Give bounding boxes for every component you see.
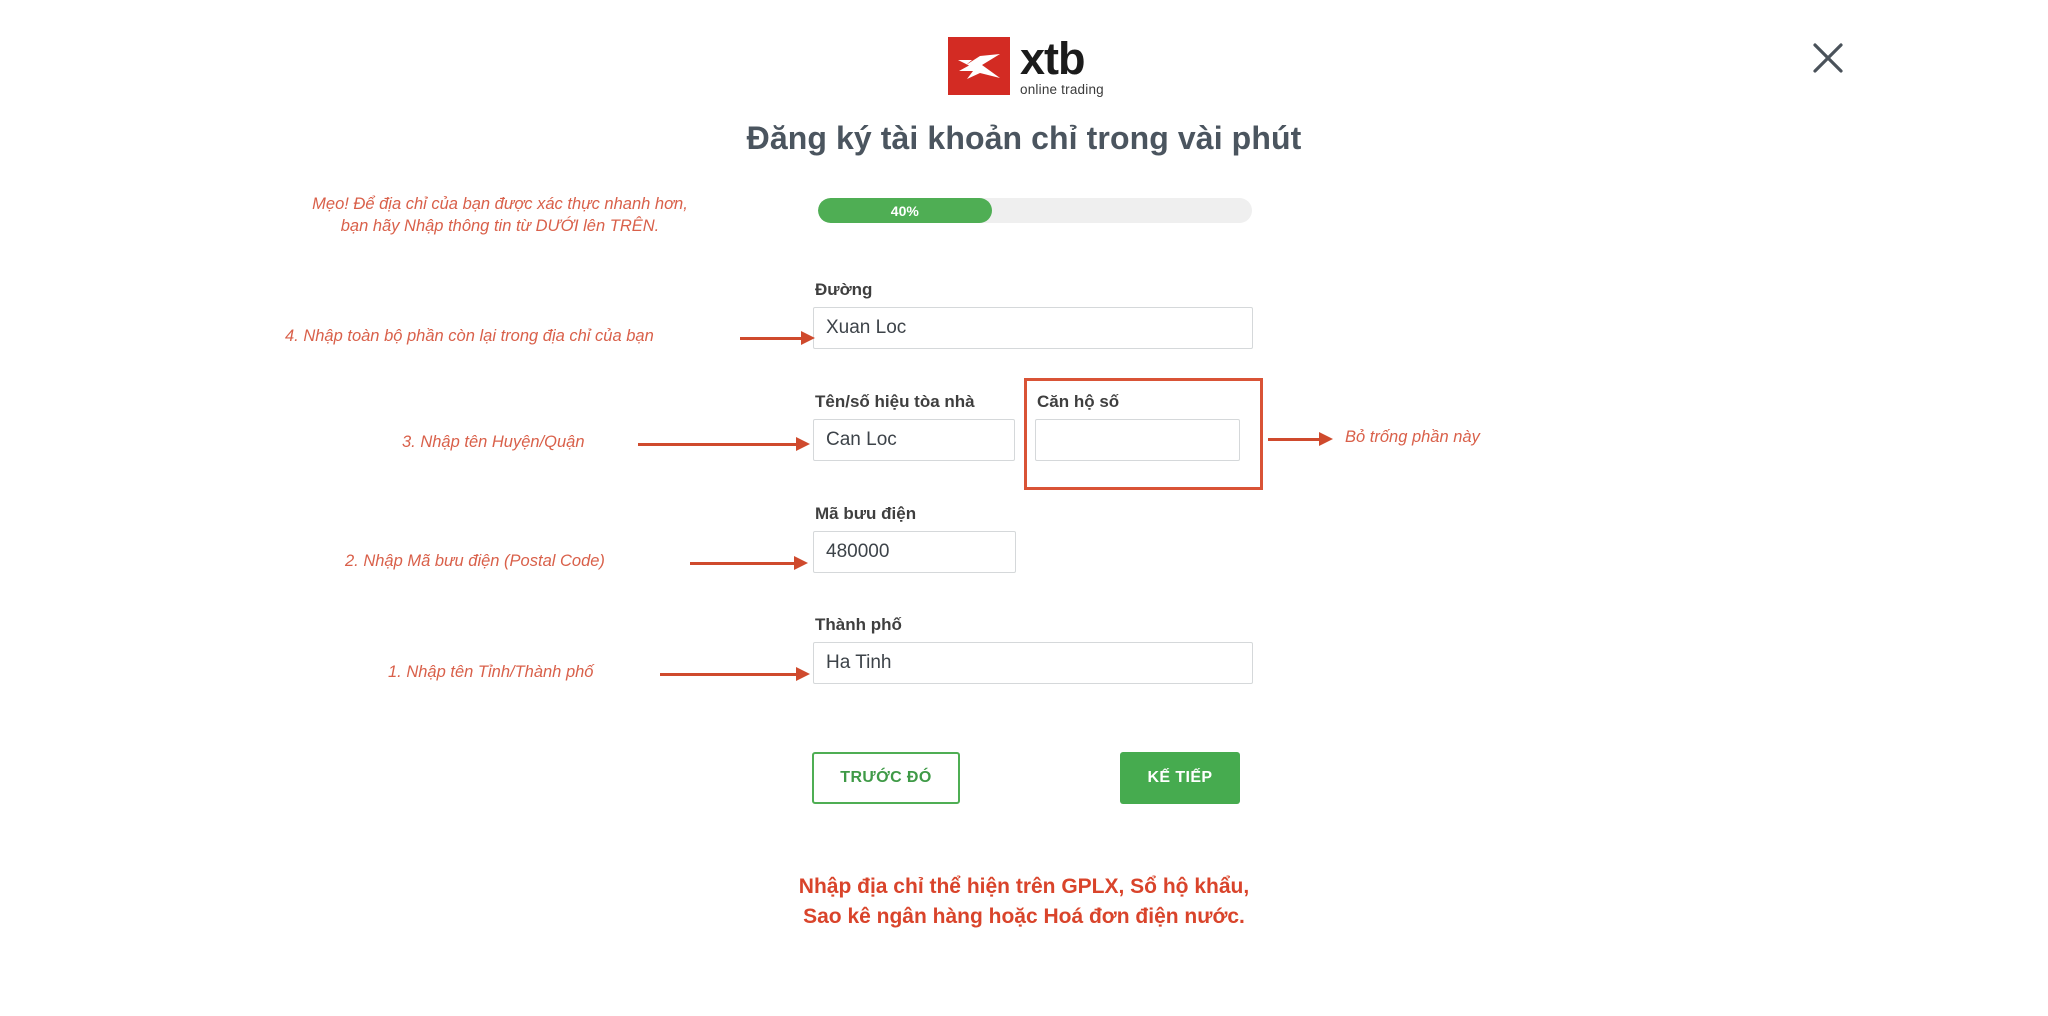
progress-bar: 40% — [818, 198, 1252, 223]
street-input[interactable] — [813, 307, 1253, 349]
next-button[interactable]: KẾ TIẾP — [1120, 752, 1240, 804]
registration-modal: xtb online trading Đăng ký tài khoản chỉ… — [0, 0, 2048, 1016]
brand-name: xtb — [1020, 33, 1085, 84]
flat-number-label: Căn hộ số — [1037, 392, 1120, 411]
progress-bar-fill: 40% — [818, 198, 992, 223]
close-button[interactable] — [1800, 30, 1856, 86]
flat-number-input[interactable] — [1035, 419, 1240, 461]
annotation-step-4: 4. Nhập toàn bộ phần còn lại trong địa c… — [285, 327, 654, 345]
brand-tagline: online trading — [1020, 81, 1104, 97]
city-input[interactable] — [813, 642, 1253, 684]
annotation-arrow-2-icon — [690, 556, 808, 570]
annotation-arrow-blank-icon — [1268, 432, 1333, 446]
annotation-arrow-4-icon — [740, 331, 815, 345]
page-title: Đăng ký tài khoản chỉ trong vài phút — [746, 120, 1302, 156]
annotation-arrow-3-icon — [638, 437, 810, 451]
annotation-step-3: 3. Nhập tên Huyện/Quận — [402, 433, 585, 451]
city-label: Thành phố — [815, 615, 902, 634]
progress-percent-label: 40% — [890, 202, 919, 219]
tip-line-2: bạn hãy Nhập thông tin từ DƯỚI lên TRÊN. — [340, 217, 660, 236]
postal-code-label: Mã bưu điện — [815, 504, 917, 523]
postal-code-input[interactable] — [813, 531, 1016, 573]
street-label: Đường — [815, 280, 873, 299]
previous-button[interactable]: TRƯỚC ĐÓ — [812, 752, 960, 804]
brand-logo: xtb online trading — [948, 33, 1108, 97]
annotation-step-1: 1. Nhập tên Tỉnh/Thành phố — [388, 663, 594, 681]
building-input[interactable] — [813, 419, 1015, 461]
notice-line-2: Sao kê ngân hàng hoặc Hoá đơn điện nước. — [803, 904, 1245, 928]
notice-line-1: Nhập địa chỉ thể hiện trên GPLX, Sổ hộ k… — [798, 875, 1250, 898]
building-label: Tên/số hiệu tòa nhà — [815, 392, 975, 411]
annotation-arrow-1-icon — [660, 667, 810, 681]
tip-note: Mẹo! Để địa chỉ của bạn được xác thực nh… — [255, 193, 745, 238]
xtb-logo-mark-icon — [948, 37, 1010, 95]
tip-line-1: Mẹo! Để địa chỉ của bạn được xác thực nh… — [312, 195, 688, 213]
annotation-step-2: 2. Nhập Mã bưu điện (Postal Code) — [345, 552, 605, 570]
address-notice: Nhập địa chỉ thể hiện trên GPLX, Sổ hộ k… — [0, 872, 2048, 932]
annotation-leave-blank: Bỏ trống phần này — [1345, 428, 1480, 446]
close-icon — [1811, 41, 1845, 75]
brand-wordmark: xtb online trading — [1020, 33, 1104, 97]
